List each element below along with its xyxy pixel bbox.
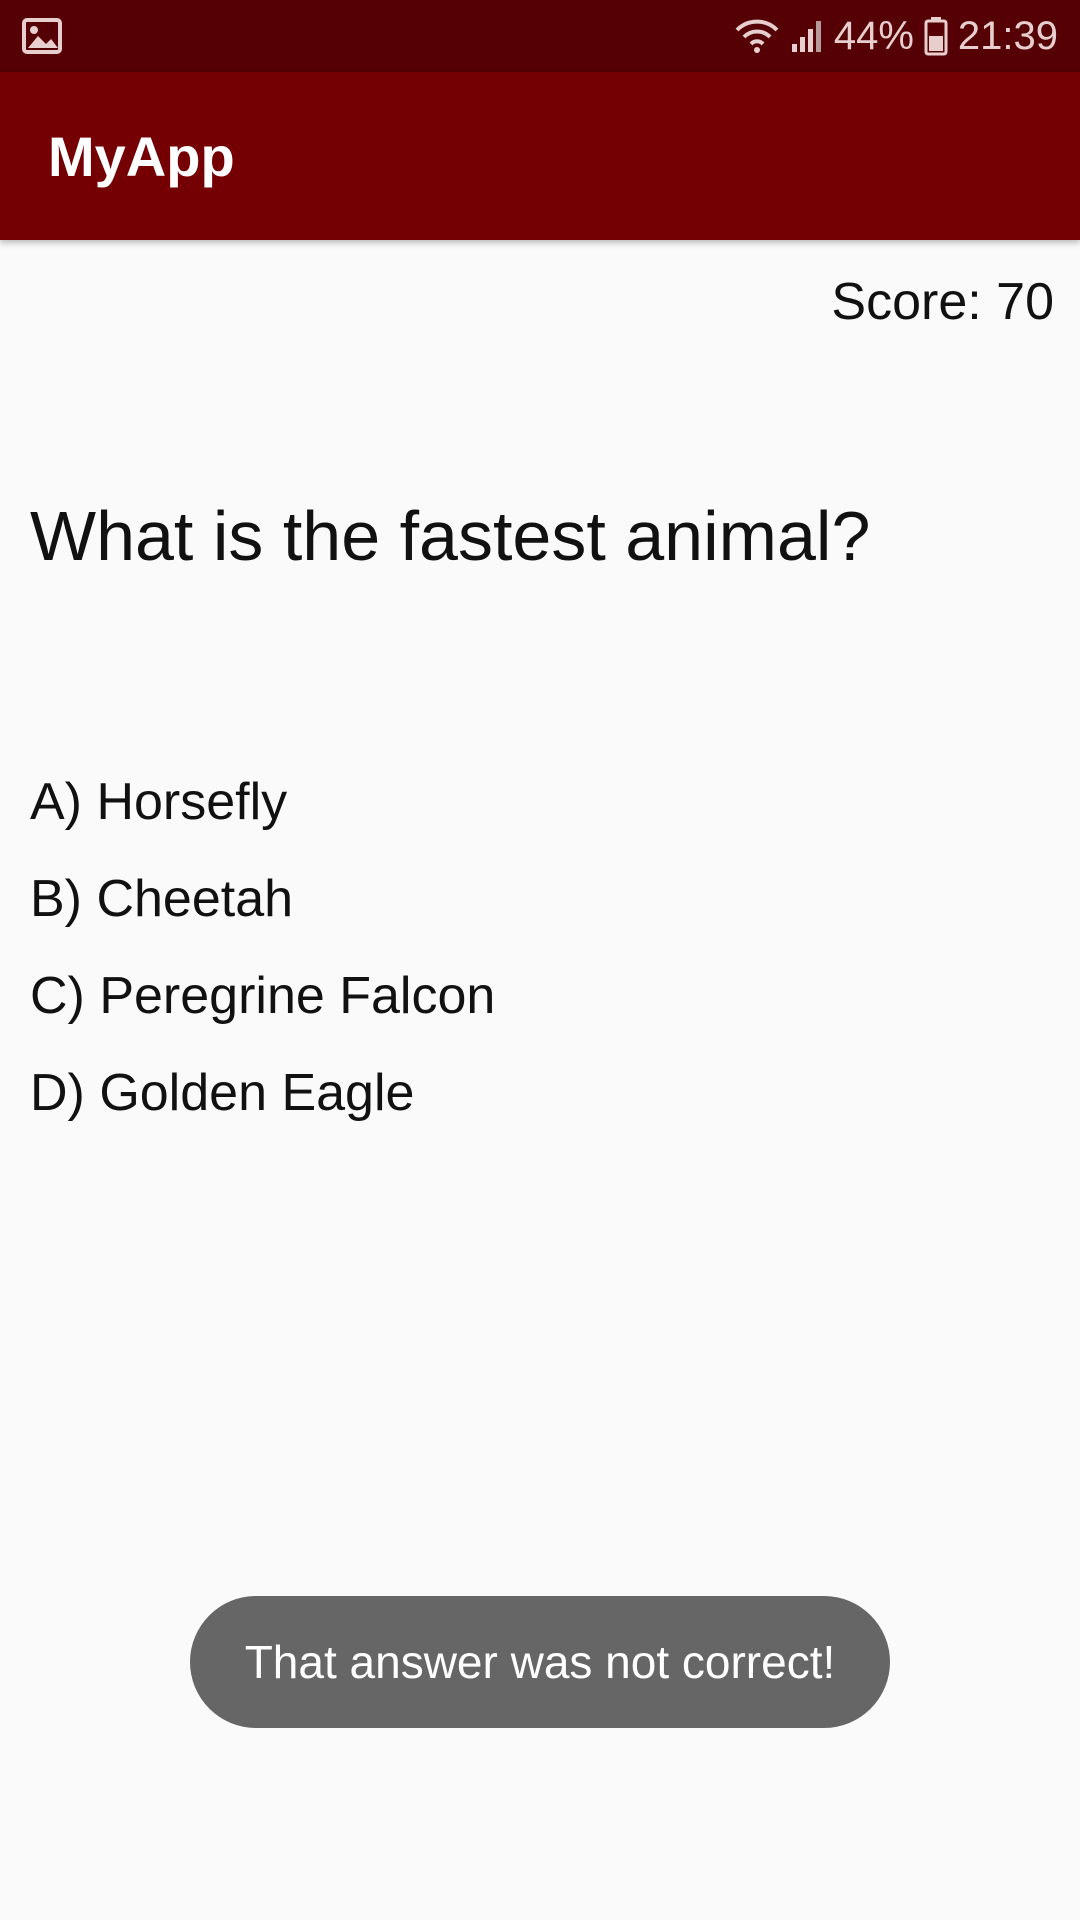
signal-icon bbox=[790, 18, 824, 54]
status-right: 44% 21:39 bbox=[734, 14, 1058, 59]
battery-icon bbox=[924, 16, 948, 56]
status-left bbox=[22, 18, 62, 54]
app-bar: MyApp bbox=[0, 72, 1080, 240]
answer-option-d[interactable]: D) Golden Eagle bbox=[30, 1061, 495, 1158]
toast-message: That answer was not correct! bbox=[190, 1596, 890, 1728]
answer-option-b[interactable]: B) Cheetah bbox=[30, 867, 495, 964]
app-title: MyApp bbox=[48, 124, 235, 188]
answer-list: A) Horsefly B) Cheetah C) Peregrine Falc… bbox=[30, 770, 495, 1158]
answer-option-a[interactable]: A) Horsefly bbox=[30, 770, 495, 867]
battery-percent: 44% bbox=[833, 13, 914, 58]
question-text: What is the fastest animal? bbox=[30, 497, 871, 575]
status-bar: 44% 21:39 bbox=[0, 0, 1080, 72]
image-icon bbox=[22, 18, 62, 54]
clock: 21:39 bbox=[957, 13, 1058, 58]
toast-text: That answer was not correct! bbox=[244, 1636, 836, 1688]
score-label: Score: 70 bbox=[831, 273, 1054, 331]
wifi-icon bbox=[734, 16, 780, 56]
answer-option-c[interactable]: C) Peregrine Falcon bbox=[30, 964, 495, 1061]
